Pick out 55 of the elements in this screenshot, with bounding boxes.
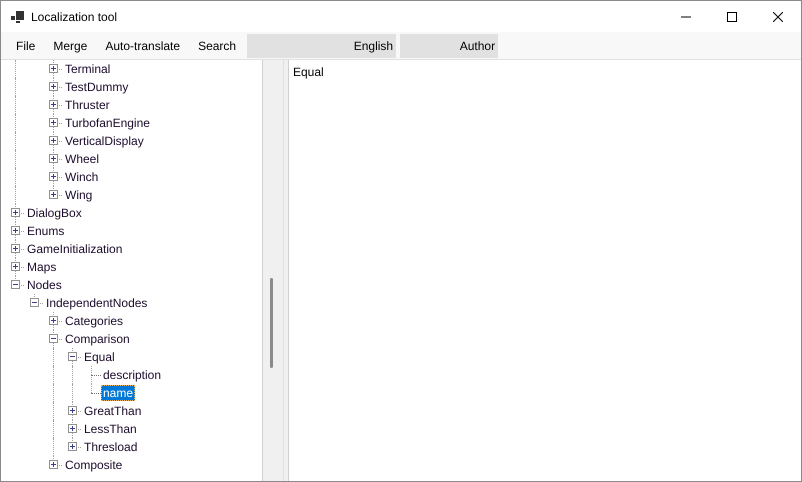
menu-item[interactable]: Search xyxy=(189,32,246,59)
tree-item[interactable]: Wing xyxy=(63,187,94,203)
plus-icon[interactable] xyxy=(68,442,77,451)
minus-icon[interactable] xyxy=(30,298,39,307)
tree-item[interactable]: Wheel xyxy=(63,151,102,167)
tree-item[interactable]: Winch xyxy=(63,169,100,185)
tree-item[interactable]: Maps xyxy=(25,259,58,275)
window-title: Localization tool xyxy=(31,8,118,26)
tree-item[interactable]: DialogBox xyxy=(25,205,84,221)
close-icon xyxy=(773,12,783,22)
plus-icon[interactable] xyxy=(68,424,77,433)
plus-icon[interactable] xyxy=(49,154,58,163)
menu-item[interactable]: Merge xyxy=(44,32,96,59)
minus-icon[interactable] xyxy=(68,352,77,361)
tree-item[interactable]: Enums xyxy=(25,223,66,239)
plus-icon[interactable] xyxy=(68,406,77,415)
tree-item[interactable]: Thresload xyxy=(82,439,140,455)
tree-item[interactable]: Thruster xyxy=(63,97,112,113)
tree-item[interactable]: GreatThan xyxy=(82,403,144,419)
tree-item[interactable]: TestDummy xyxy=(63,79,130,95)
minus-icon[interactable] xyxy=(11,280,20,289)
plus-icon[interactable] xyxy=(49,190,58,199)
plus-icon[interactable] xyxy=(49,64,58,73)
tree-item[interactable]: IndependentNodes xyxy=(44,295,150,311)
tree-item[interactable]: Categories xyxy=(63,313,126,329)
plus-icon[interactable] xyxy=(49,136,58,145)
minus-icon[interactable] xyxy=(49,334,58,343)
editor-text[interactable]: Equal xyxy=(293,65,324,79)
tree-item[interactable]: Comparison xyxy=(63,331,132,347)
plus-icon[interactable] xyxy=(49,316,58,325)
plus-icon[interactable] xyxy=(11,244,20,253)
tree-item[interactable]: description xyxy=(101,367,164,383)
menu-item[interactable]: Auto-translate xyxy=(96,32,190,59)
tree-item[interactable]: Equal xyxy=(82,349,117,365)
column-header: English xyxy=(247,34,396,58)
plus-icon[interactable] xyxy=(11,208,20,217)
tree-item[interactable]: TurbofanEngine xyxy=(63,115,152,131)
plus-icon[interactable] xyxy=(49,460,58,469)
plus-icon[interactable] xyxy=(49,82,58,91)
tree-item[interactable]: Terminal xyxy=(63,61,112,77)
app-icon xyxy=(11,10,25,22)
plus-icon[interactable] xyxy=(49,118,58,127)
tree-item[interactable]: Composite xyxy=(63,457,124,473)
tree-item[interactable]: GameInitialization xyxy=(25,241,124,257)
plus-icon[interactable] xyxy=(49,100,58,109)
tree-item[interactable]: VerticalDisplay xyxy=(63,133,146,149)
maximize-icon xyxy=(727,12,737,22)
plus-icon[interactable] xyxy=(49,172,58,181)
tree-item[interactable]: name xyxy=(101,385,136,401)
column-header: Author xyxy=(400,34,498,58)
plus-icon[interactable] xyxy=(11,226,20,235)
plus-icon[interactable] xyxy=(11,262,20,271)
menu-item[interactable]: File xyxy=(7,32,44,59)
tree-item[interactable]: LessThan xyxy=(82,421,139,437)
tree-item[interactable]: Nodes xyxy=(25,277,64,293)
